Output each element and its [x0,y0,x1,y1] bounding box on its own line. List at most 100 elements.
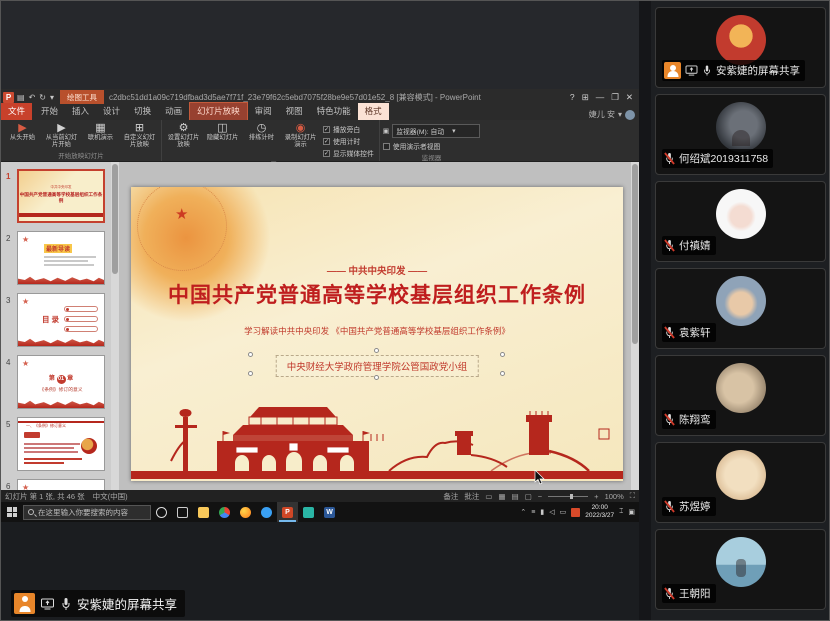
redo-icon[interactable]: ↻ [39,93,46,102]
ribbon-options-button[interactable]: ⊞ [582,92,589,103]
tab-insert[interactable]: 插入 [65,103,96,120]
cortana-icon[interactable] [151,502,172,522]
custom-slideshow-button[interactable]: ⊞ 自定义幻灯片放映 [121,121,158,148]
zoom-slider[interactable] [548,496,588,497]
record-slideshow-button[interactable]: ◉ 录制幻灯片演示 [282,121,319,148]
tab-transitions[interactable]: 切换 [127,103,158,120]
thumbnail-scrollbar[interactable] [111,162,119,490]
participant-name: 安紫婕的屏幕共享 [716,63,800,78]
hidden-icons-chevron[interactable]: ⌃ [520,508,526,516]
slide-thumbnail-2[interactable]: ★ 最新导读 [17,231,105,285]
slide-thumbnail-5[interactable]: 一、《条例》修订意义 [17,417,105,471]
ribbon-slideshow: ▶ 从头开始 ▶ 从当前幻灯片开始 ▦ 联机演示 ⊞ 自定义幻灯片放映 [1,120,639,162]
participant-tile[interactable]: 何绍斌2019311758 [655,94,826,175]
selection-handle[interactable] [248,371,253,376]
document-area: 1 中共中央印发 中国共产党普通高等学校基层组织工作条例 2 ★ 最新导读 3 [1,162,639,490]
participant-tile[interactable]: 付禛婧 [655,181,826,262]
account-menu[interactable]: 婕儿 安 ▾ [589,109,639,120]
tab-home[interactable]: 开始 [34,103,65,120]
powerpoint-taskbar-icon[interactable]: P [277,502,298,522]
task-view-icon[interactable] [172,502,193,522]
restore-button[interactable]: ❐ [611,92,619,103]
monitor-dropdown[interactable]: 监视器(M): 自动 ▾ [392,124,480,138]
participant-tile[interactable]: 袁紫轩 [655,268,826,349]
wps-icon[interactable] [298,502,319,522]
close-button[interactable]: ✕ [626,92,633,103]
tab-animations[interactable]: 动画 [158,103,189,120]
save-icon[interactable]: ▤ [17,93,25,102]
minimize-button[interactable]: — [596,92,605,103]
rehearse-timings-button[interactable]: ◷ 排练计时 [243,121,280,141]
slideshow-checkboxes: ✓ 播放旁白 ✓ 使用计时 ✓ 显示媒体控件 [321,121,376,158]
display-icon[interactable]: ▭ [560,508,567,516]
slide-title[interactable]: 中国共产党普通高等学校基层组织工作条例 [131,279,623,309]
selection-handle[interactable] [374,348,379,353]
show-media-controls-checkbox[interactable]: ✓ 显示媒体控件 [323,148,374,158]
from-current-slide-button[interactable]: ▶ 从当前幻灯片开始 [43,121,80,148]
file-explorer-icon[interactable] [193,502,214,522]
notification-center-icon[interactable]: ▣ [628,508,635,516]
use-timings-checkbox[interactable]: ✓ 使用计时 [323,136,374,146]
qat-dropdown-icon[interactable]: ▾ [50,93,54,102]
tab-format[interactable]: 格式 [358,103,389,120]
tab-file[interactable]: 文件 [1,103,32,120]
present-online-button[interactable]: ▦ 联机演示 [82,121,119,141]
language-indicator[interactable]: 中文(中国) [93,491,128,502]
slide-scrollbar[interactable] [631,162,639,490]
selection-handle[interactable] [248,352,253,357]
comments-button[interactable]: 批注 [464,491,479,502]
selection-handle[interactable] [500,371,505,376]
input-method-icon[interactable]: ≡ [531,509,535,516]
slide-subtitle[interactable]: 学习解读中共中央印发 《中国共产党普通高等学校基层组织工作条例》 [131,325,623,337]
undo-icon[interactable]: ↶ [29,93,36,102]
reading-view-icon[interactable]: ▤ [512,492,519,501]
meeting-app-tray-icon[interactable] [571,508,580,517]
checkbox-checked-icon: ✓ [323,126,330,133]
from-beginning-button[interactable]: ▶ 从头开始 [4,121,41,141]
slide-sorter-icon[interactable]: ▦ [499,492,506,501]
powerpoint-app-icon[interactable]: P [3,92,14,103]
play-narrations-checkbox[interactable]: ✓ 播放旁白 [323,124,374,134]
volume-icon[interactable]: ◁ [549,508,554,516]
word-icon[interactable]: W [319,502,340,522]
setup-slideshow-button[interactable]: ⚙ 设置幻灯片放映 [165,121,202,148]
battery-icon[interactable]: ▮ [540,508,544,516]
slide-thumbnail-4[interactable]: ★ 第 01 章 《条例》修订的意义 [17,355,105,409]
author-textbox-selected[interactable]: 中央财经大学政府管理学院公管国政党小组 [276,355,479,377]
hide-slide-button[interactable]: ◫ 隐藏幻灯片 [204,121,241,141]
star-icon: ★ [175,205,188,223]
zoom-level[interactable]: 100% [605,492,624,501]
start-button[interactable] [1,502,23,522]
zoom-out-button[interactable]: − [538,492,542,501]
current-slide[interactable]: ★ —— 中共中央印发 —— 中国共产党普通高等学校基层组织工作条例 学习解读中… [131,187,623,481]
chrome-icon[interactable] [214,502,235,522]
pen-workspace-icon[interactable]: ⌶ [619,508,623,516]
edge-icon[interactable] [256,502,277,522]
avatar [716,102,766,152]
participant-tile-presenter[interactable]: 安紫婕的屏幕共享 [655,7,826,88]
zoom-in-button[interactable]: + [594,492,598,501]
selection-handle[interactable] [374,375,379,380]
taskbar-search-input[interactable]: 在这里输入你要搜索的内容 [23,505,151,520]
presenter-view-checkbox[interactable]: 使用演示者视图 [383,141,480,151]
fit-to-window-icon[interactable]: ⛶ [630,491,635,501]
taskbar-clock[interactable]: 20:00 2022/3/27 [585,504,614,520]
participant-tile[interactable]: 陈翔鸾 [655,355,826,436]
notes-button[interactable]: 备注 [443,491,458,502]
slide-thumbnail-3[interactable]: ★ 目录 [17,293,105,347]
help-button[interactable]: ? [570,92,575,103]
slide-thumbnail-1[interactable]: 中共中央印发 中国共产党普通高等学校基层组织工作条例 [17,169,105,223]
participant-tile[interactable]: 苏煜婷 [655,442,826,523]
participant-sidebar[interactable]: 安紫婕的屏幕共享 何绍斌2019311758 [651,1,830,621]
slideshow-view-icon[interactable]: ▢ [525,492,532,501]
firefox-icon[interactable] [235,502,256,522]
tab-slideshow[interactable]: 幻灯片放映 [189,102,248,120]
normal-view-icon[interactable]: ▭ [485,492,492,501]
selection-handle[interactable] [500,352,505,357]
tab-view[interactable]: 视图 [279,103,310,120]
tab-review[interactable]: 审阅 [248,103,279,120]
participant-tile[interactable]: 王朝阳 [655,529,826,610]
hide-slide-icon: ◫ [217,122,227,134]
tab-special-features[interactable]: 特色功能 [310,103,358,120]
tab-design[interactable]: 设计 [96,103,127,120]
